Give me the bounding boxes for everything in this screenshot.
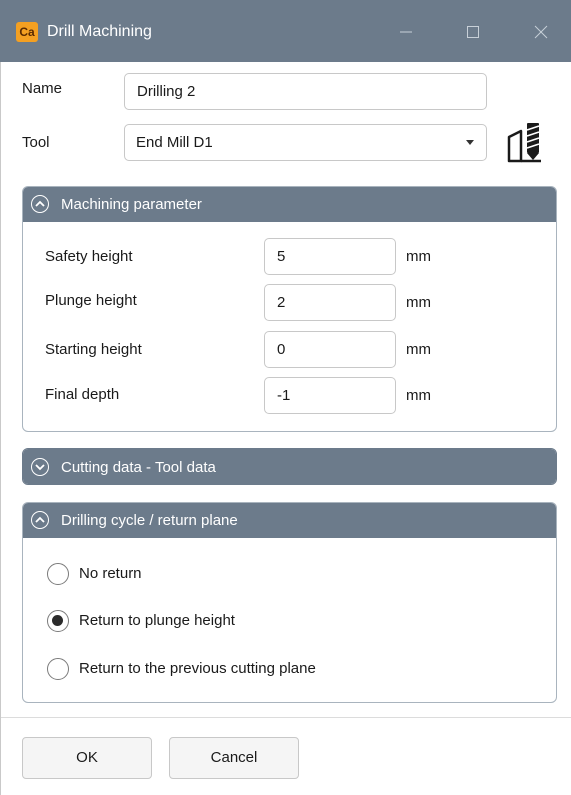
radio-return-to-plunge-height-label[interactable]: Return to plunge height <box>79 611 235 631</box>
minimize-icon <box>400 31 412 33</box>
dialog-border <box>0 62 1 795</box>
starting-height-label: Starting height <box>45 341 142 358</box>
tool-label: Tool <box>22 134 50 151</box>
safety-height-unit: mm <box>406 248 431 265</box>
radio-return-to-plunge-height[interactable] <box>47 610 69 632</box>
drilling-cycle-section: Drilling cycle / return plane No return … <box>22 502 557 703</box>
collapse-chevron-icon <box>31 511 49 529</box>
footer-divider <box>1 717 571 718</box>
tool-select[interactable]: End Mill D1 <box>124 124 487 161</box>
radio-return-previous-cutting-plane-label[interactable]: Return to the previous cutting plane <box>79 659 316 679</box>
plunge-height-label: Plunge height <box>45 292 137 309</box>
drill-tool-icon[interactable] <box>505 121 547 163</box>
tool-select-value: End Mill D1 <box>136 134 213 151</box>
title-bar: Ca Drill Machining <box>0 0 571 62</box>
name-label: Name <box>22 80 63 97</box>
close-icon <box>534 25 548 39</box>
collapse-chevron-icon <box>31 195 49 213</box>
cutting-data-section: Cutting data - Tool data <box>22 448 557 485</box>
ok-button[interactable]: OK <box>22 737 152 779</box>
radio-return-previous-cutting-plane[interactable] <box>47 658 69 680</box>
drilling-cycle-title: Drilling cycle / return plane <box>61 512 238 529</box>
maximize-icon <box>467 26 479 38</box>
machining-parameter-title: Machining parameter <box>61 196 202 213</box>
window-title: Drill Machining <box>47 23 152 40</box>
safety-height-label: Safety height <box>45 248 133 265</box>
app-icon: Ca <box>16 22 38 42</box>
plunge-height-unit: mm <box>406 294 431 311</box>
machining-parameter-header[interactable]: Machining parameter <box>23 187 556 222</box>
final-depth-unit: mm <box>406 387 431 404</box>
plunge-height-input[interactable] <box>264 284 396 321</box>
cutting-data-header[interactable]: Cutting data - Tool data <box>23 449 556 484</box>
radio-no-return[interactable] <box>47 563 69 585</box>
radio-no-return-label[interactable]: No return <box>79 564 142 584</box>
cutting-data-title: Cutting data - Tool data <box>61 459 216 476</box>
name-input[interactable] <box>124 73 487 110</box>
cancel-button[interactable]: Cancel <box>169 737 299 779</box>
minimize-button[interactable] <box>386 16 426 48</box>
maximize-button[interactable] <box>453 16 493 48</box>
starting-height-unit: mm <box>406 341 431 358</box>
expand-chevron-icon <box>31 458 49 476</box>
close-button[interactable] <box>521 16 561 48</box>
machining-parameter-section: Machining parameter Safety height mm Plu… <box>22 186 557 432</box>
final-depth-label: Final depth <box>45 386 120 403</box>
safety-height-input[interactable] <box>264 238 396 275</box>
starting-height-input[interactable] <box>264 331 396 368</box>
final-depth-input[interactable] <box>264 377 396 414</box>
drilling-cycle-header[interactable]: Drilling cycle / return plane <box>23 503 556 538</box>
dropdown-arrow-icon <box>466 140 474 145</box>
